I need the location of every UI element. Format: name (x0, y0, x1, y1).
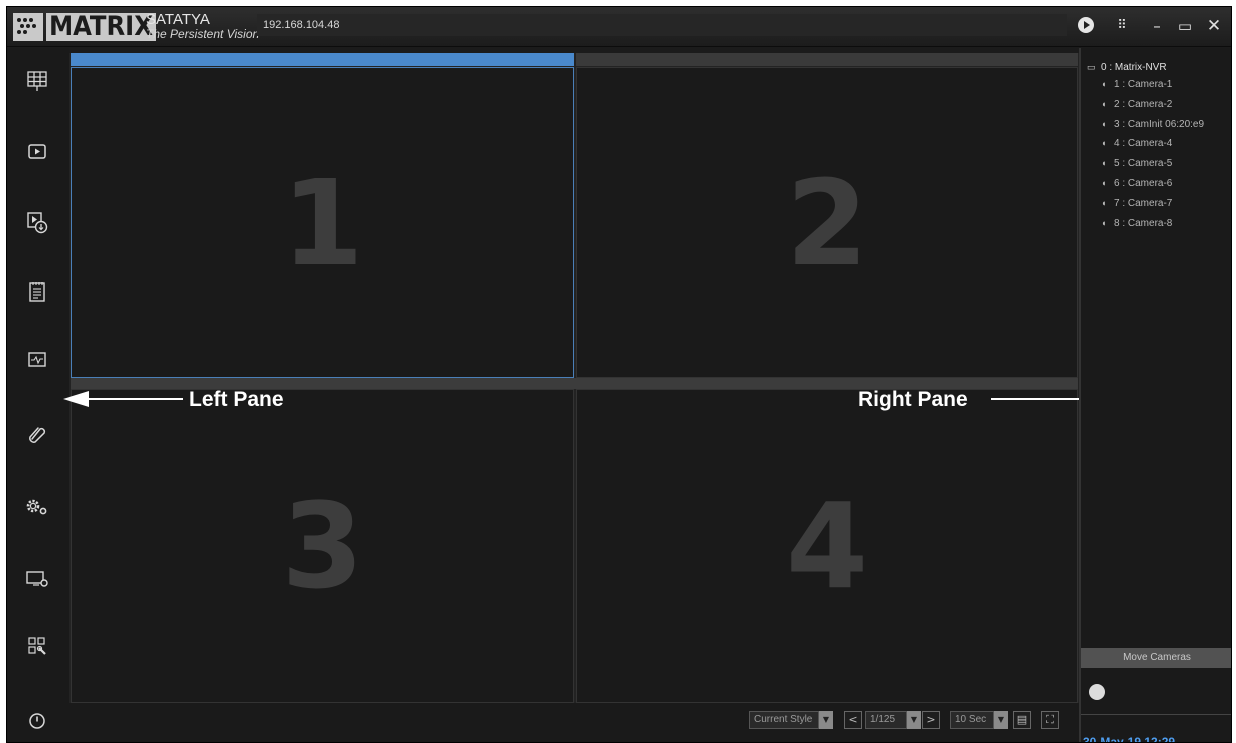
date-time-display: 30-May-19 12:29 (1083, 735, 1176, 743)
camera-label: 1 : Camera-1 (1114, 79, 1173, 90)
camera-label: 4 : Camera-4 (1114, 138, 1173, 150)
camera-icon: ◖ (1101, 79, 1107, 89)
minimize-icon[interactable]: – (1146, 15, 1168, 37)
move-cameras-button[interactable]: Move Cameras (1081, 648, 1231, 668)
download-playback-icon[interactable] (24, 210, 50, 236)
device-address-field[interactable]: 192.168.104.48 (257, 14, 1067, 36)
title-bar: MATRIX SATATYA The Persistent Vision 192… (7, 7, 1231, 47)
camera-item[interactable]: ◖ 4 : Camera-4 (1087, 134, 1204, 154)
matrix-menu-icon[interactable]: ⠿ (1111, 15, 1133, 37)
left-sidebar (7, 48, 69, 742)
playback-icon[interactable] (24, 141, 50, 167)
camera-label: 6 : Camera-6 (1114, 177, 1173, 189)
interval-dropdown-arrow-icon[interactable]: ▼ (994, 711, 1008, 729)
attachment-icon[interactable] (24, 423, 50, 449)
nvr-item[interactable]: ▭ 0 : Matrix-NVR (1087, 60, 1204, 75)
close-icon[interactable]: ✕ (1203, 15, 1225, 37)
brand: SATATYA The Persistent Vision (146, 12, 259, 41)
nvr-label: 0 : Matrix-NVR (1101, 62, 1167, 73)
page-dropdown-arrow-icon[interactable]: ▼ (907, 711, 921, 729)
left-pane-arrow-line (87, 398, 183, 400)
pane-number: 3 (281, 477, 364, 615)
video-grid: 1 2 3 4 (69, 53, 1079, 703)
camera-item[interactable]: ◖ 1 : Camera-1 (1087, 75, 1204, 95)
matrix-logo: MATRIX (13, 12, 156, 42)
video-pane-2[interactable]: 2 (576, 67, 1078, 378)
layout-tools-icon[interactable] (24, 635, 50, 661)
app-window: MATRIX SATATYA The Persistent Vision 192… (6, 6, 1232, 743)
pane-number: 1 (281, 153, 364, 292)
camera-icon: ◖ (1101, 138, 1107, 149)
sequence-icon[interactable]: ▤ (1013, 711, 1031, 729)
camera-item[interactable]: ◖ 8 : Camera-8 (1087, 214, 1204, 234)
microphone-icon[interactable] (1089, 684, 1105, 700)
video-pane-1[interactable]: 1 (71, 67, 574, 378)
camera-item[interactable]: ◖ 7 : Camera-7 (1087, 194, 1204, 214)
style-select[interactable]: Current Style (749, 711, 819, 729)
display-settings-icon[interactable] (24, 567, 50, 593)
camera-item[interactable]: ◖ 5 : Camera-5 (1087, 154, 1204, 174)
camera-icon: ◖ (1101, 118, 1107, 129)
brand-tagline: The Persistent Vision (146, 27, 260, 41)
camera-item[interactable]: ◖ 2 : Camera-2 (1087, 95, 1204, 115)
camera-tree: ▭ 0 : Matrix-NVR ◖ 1 : Camera-1 ◖ 2 : Camer… (1087, 60, 1204, 233)
camera-icon: ◖ (1101, 197, 1107, 208)
right-pane-arrow-line (991, 398, 1087, 400)
settings-icon[interactable] (24, 496, 50, 522)
live-view-icon[interactable] (24, 70, 50, 96)
brand-name: SATATYA (146, 11, 210, 28)
camera-label: 7 : Camera-7 (1114, 197, 1173, 209)
maximize-icon[interactable]: ▭ (1174, 15, 1196, 37)
camera-label: 3 : CamInit 06:20:e9 (1114, 118, 1205, 130)
pane-1-header (71, 53, 574, 66)
video-pane-4[interactable]: 4 (576, 389, 1078, 703)
camera-label: 5 : Camera-5 (1114, 158, 1173, 170)
video-pane-3[interactable]: 3 (71, 389, 574, 703)
health-status-icon[interactable] (24, 349, 50, 375)
camera-icon: ◖ (1101, 158, 1107, 169)
power-icon[interactable] (24, 710, 50, 736)
camera-icon: ◖ (1101, 177, 1107, 188)
pane-2-header (576, 53, 1078, 66)
pane-number: 4 (785, 477, 869, 615)
camera-icon: ◖ (1101, 98, 1107, 109)
camera-label: 2 : Camera-2 (1114, 98, 1173, 110)
right-pane: ▭ 0 : Matrix-NVR ◖ 1 : Camera-1 ◖ 2 : Camer… (1079, 48, 1231, 743)
fullscreen-icon[interactable]: ⛶ (1041, 711, 1059, 729)
camera-item[interactable]: ◖ 6 : Camera-6 (1087, 174, 1204, 194)
sequence-interval-select[interactable]: 10 Sec (950, 711, 994, 729)
pane-number: 2 (785, 153, 869, 292)
left-pane-label: Left Pane (189, 388, 284, 411)
matrix-logo-text: MATRIX (46, 13, 156, 41)
event-log-icon[interactable] (24, 280, 50, 306)
left-pane-arrowhead (63, 391, 89, 407)
bottom-toolbar: Current Style ▼ < 1/125 ▼ > 10 Sec ▼ ▤ ⛶ (69, 703, 1079, 742)
camera-label: 8 : Camera-8 (1114, 217, 1173, 229)
style-dropdown-arrow-icon[interactable]: ▼ (819, 711, 833, 729)
camera-item[interactable]: ◖ 3 : CamInit 06:20:e9 (1087, 115, 1204, 135)
right-pane-divider (1081, 714, 1231, 715)
previous-page-icon[interactable]: < (844, 711, 862, 729)
nvr-icon: ▭ (1087, 62, 1096, 72)
page-select[interactable]: 1/125 (865, 711, 907, 729)
next-page-icon[interactable]: > (922, 711, 940, 729)
right-pane-label: Right Pane (858, 388, 968, 411)
matrix-logo-mark (13, 13, 43, 41)
camera-icon: ◖ (1101, 217, 1107, 228)
play-icon[interactable] (1075, 15, 1097, 37)
